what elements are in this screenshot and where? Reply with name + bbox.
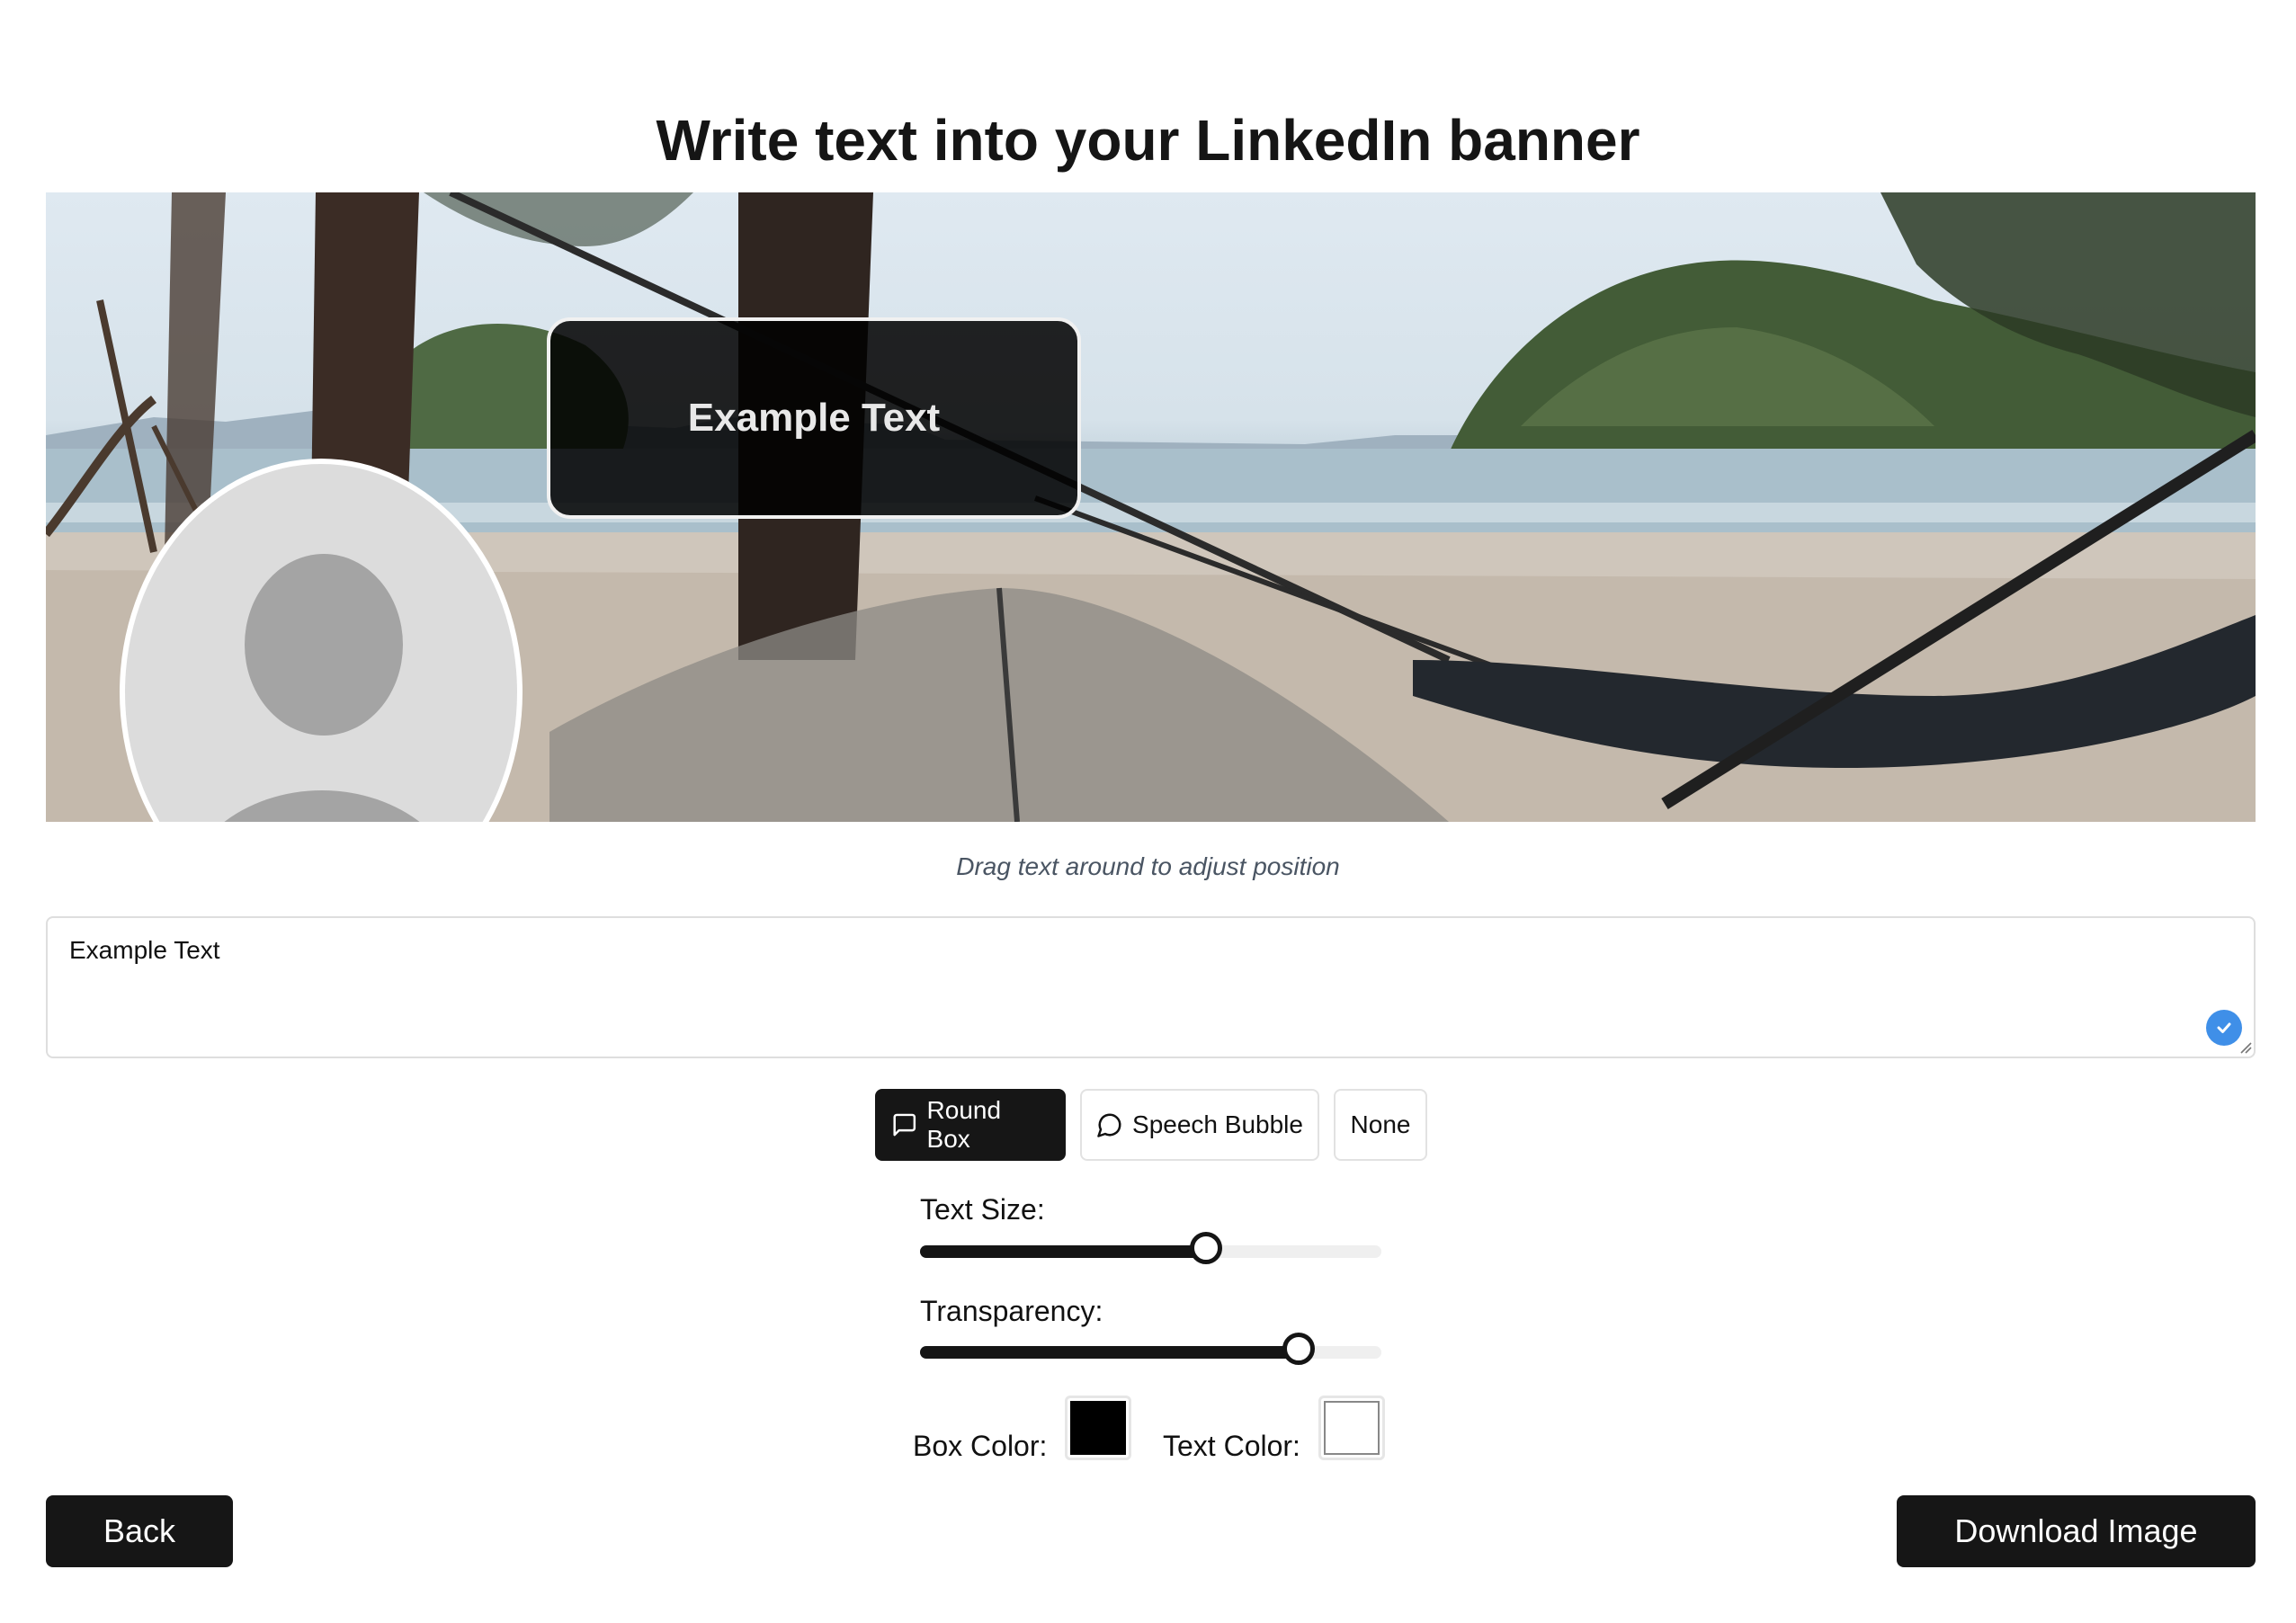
text-size-slider-thumb[interactable]	[1190, 1232, 1223, 1264]
box-color-picker[interactable]	[1065, 1396, 1131, 1460]
transparency-slider[interactable]	[920, 1333, 1381, 1365]
resize-handle[interactable]	[2239, 1041, 2252, 1054]
speech-bubble-label: Speech Bubble	[1132, 1110, 1303, 1138]
avatar-shoulders	[179, 790, 465, 822]
no-box-button[interactable]: None	[1334, 1089, 1427, 1161]
text-size-slider[interactable]	[920, 1232, 1381, 1264]
text-size-slider-fill	[920, 1245, 1207, 1258]
download-image-button[interactable]: Download Image	[1897, 1495, 2256, 1567]
text-color-label: Text Color:	[1163, 1430, 1300, 1462]
message-circle-icon	[1097, 1113, 1121, 1137]
text-size-label: Text Size:	[920, 1193, 1045, 1226]
avatar-head	[245, 554, 403, 736]
banner-preview: Example Text	[46, 192, 2256, 822]
transparency-slider-thumb[interactable]	[1282, 1333, 1315, 1365]
round-box-label: Round Box	[926, 1096, 1002, 1153]
box-style-options: Round Box Speech Bubble None	[875, 1089, 1427, 1161]
transparency-label: Transparency:	[920, 1295, 1103, 1327]
overlay-text: Example Text	[687, 396, 941, 440]
transparency-slider-fill	[920, 1346, 1299, 1359]
no-box-label: None	[1350, 1110, 1411, 1138]
drag-hint: Drag text around to adjust position	[956, 852, 1340, 880]
message-square-icon	[893, 1113, 916, 1137]
text-color-swatch	[1324, 1401, 1380, 1455]
box-color-label: Box Color:	[913, 1430, 1048, 1462]
banner-text-input[interactable]: Example Text	[46, 916, 2256, 1058]
back-button[interactable]: Back	[46, 1495, 233, 1567]
page-title: Write text into your LinkedIn banner	[656, 107, 1640, 173]
check-icon	[2206, 1010, 2242, 1046]
round-box-button[interactable]: Round Box	[875, 1089, 1066, 1161]
box-color-swatch	[1070, 1401, 1126, 1455]
draggable-text-overlay[interactable]: Example Text	[547, 317, 1081, 519]
speech-bubble-button[interactable]: Speech Bubble	[1080, 1089, 1319, 1161]
text-color-picker[interactable]	[1318, 1396, 1385, 1460]
